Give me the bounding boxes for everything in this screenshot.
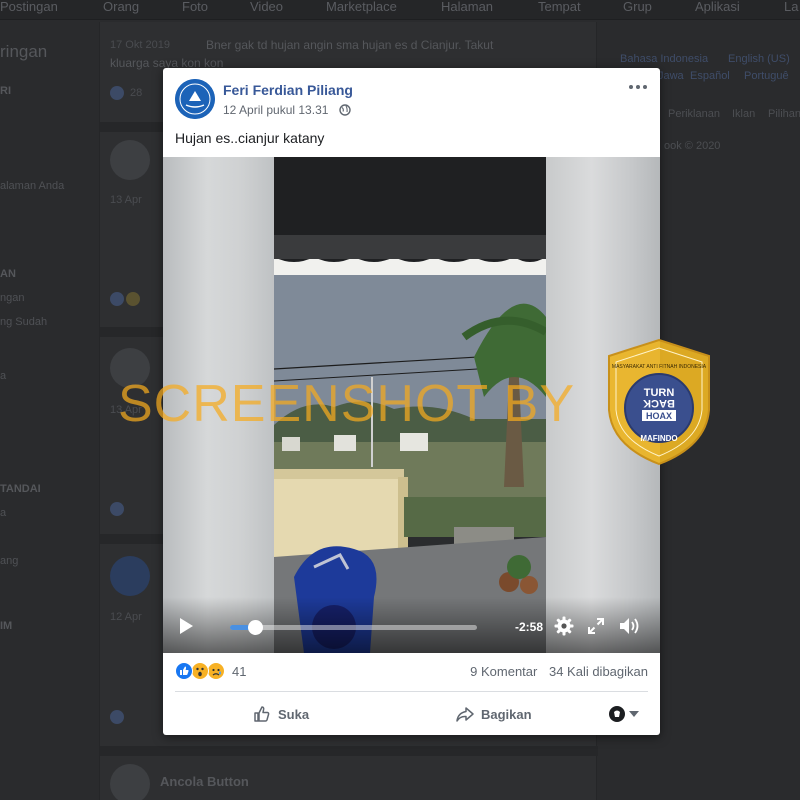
avatar[interactable] bbox=[110, 140, 150, 180]
profile-name[interactable]: Ancola Button bbox=[160, 774, 249, 789]
post-date: 17 Okt 2019 bbox=[110, 39, 170, 51]
avatar[interactable] bbox=[110, 764, 150, 800]
nav-tab-video[interactable]: Video bbox=[250, 0, 283, 14]
language-link[interactable]: Portuguê bbox=[744, 70, 789, 82]
left-sidebar: ringan RI alaman Anda AN ngan ng Sudah a… bbox=[0, 30, 98, 800]
footer-link[interactable]: Pilihan bbox=[768, 108, 800, 120]
language-link[interactable]: English (US) bbox=[728, 53, 790, 65]
language-link[interactable]: Jawa bbox=[658, 70, 684, 82]
nav-tab-orang[interactable]: Orang bbox=[103, 0, 139, 14]
divider bbox=[175, 691, 648, 692]
author-name[interactable]: Feri Ferdian Piliang bbox=[223, 82, 353, 98]
comment-count[interactable]: 9 Komentar bbox=[470, 664, 537, 679]
fullscreen-icon[interactable] bbox=[588, 618, 604, 634]
like-icon bbox=[110, 86, 124, 100]
post-counts: 9 Komentar 34 Kali dibagikan bbox=[462, 664, 648, 679]
globe-icon[interactable] bbox=[339, 104, 351, 116]
like-button[interactable]: Suka bbox=[252, 704, 309, 724]
post-text: Hujan es..cianjur katany bbox=[175, 130, 325, 146]
more-options-icon[interactable] bbox=[628, 81, 648, 93]
sidebar-section: TANDAI bbox=[0, 483, 41, 495]
author-avatar[interactable] bbox=[175, 79, 215, 119]
volume-icon[interactable] bbox=[619, 616, 641, 636]
sidebar-section: AN bbox=[0, 268, 16, 280]
badge-line3: HOAX bbox=[646, 411, 672, 421]
sidebar-section: RI bbox=[0, 85, 11, 97]
sidebar-item[interactable]: ng Sudah bbox=[0, 316, 47, 328]
watermark-text: SCREENSHOT BY bbox=[118, 375, 576, 433]
like-icon bbox=[110, 710, 124, 724]
post-text: Bner gak td hujan angin sma hujan es d C… bbox=[206, 38, 494, 52]
like-label: Suka bbox=[278, 706, 310, 722]
top-navigation: Postingan Orang Foto Video Marketplace H… bbox=[0, 0, 800, 20]
comment-date: 13 Apr bbox=[110, 194, 142, 206]
wow-icon bbox=[110, 502, 124, 516]
video-progress-bar[interactable] bbox=[230, 620, 477, 635]
nav-tab-aplikasi[interactable]: Aplikasi bbox=[695, 0, 740, 14]
nav-tab-tempat[interactable]: Tempat bbox=[538, 0, 581, 14]
nav-tab-foto[interactable]: Foto bbox=[182, 0, 208, 14]
nav-tab-grup[interactable]: Grup bbox=[623, 0, 652, 14]
wow-icon bbox=[126, 292, 140, 306]
share-arrow-icon bbox=[456, 707, 474, 722]
like-icon[interactable] bbox=[175, 662, 193, 680]
badge-ring-text: MASYARAKAT ANTI FITNAH INDONESIA bbox=[612, 364, 707, 370]
badge-org: MAFINDO bbox=[640, 434, 677, 443]
wow-icon[interactable] bbox=[191, 662, 209, 680]
chevron-down-icon bbox=[629, 711, 639, 717]
copyright: ook © 2020 bbox=[664, 140, 721, 152]
page-avatar-icon bbox=[609, 706, 625, 722]
nav-tab-marketplace[interactable]: Marketplace bbox=[326, 0, 397, 14]
nav-tab-postingan[interactable]: Postingan bbox=[0, 0, 58, 14]
time-remaining: -2:58 bbox=[515, 620, 544, 634]
footer-link[interactable]: Iklan bbox=[732, 108, 755, 120]
like-icon bbox=[110, 292, 124, 306]
comment-date: 12 Apr bbox=[110, 611, 142, 623]
share-label: Bagikan bbox=[481, 706, 532, 722]
nav-tab-halaman[interactable]: Halaman bbox=[441, 0, 493, 14]
badge-line2: BACK bbox=[643, 397, 675, 409]
footer-link[interactable]: Periklanan bbox=[668, 108, 720, 120]
sidebar-item[interactable]: a bbox=[0, 370, 6, 382]
video-scrubber-knob[interactable] bbox=[247, 620, 263, 635]
divider bbox=[100, 746, 598, 756]
post-stats: 41 9 Komentar 34 Kali dibagikan bbox=[175, 662, 648, 682]
gear-icon[interactable] bbox=[554, 616, 574, 636]
language-link[interactable]: Bahasa Indonesia bbox=[620, 53, 708, 65]
sidebar-item[interactable]: alaman Anda bbox=[0, 180, 64, 192]
reaction-count: 28 bbox=[130, 87, 143, 99]
share-button[interactable]: Bagikan bbox=[455, 704, 532, 724]
reaction-count[interactable]: 41 bbox=[232, 664, 246, 679]
sidebar-item[interactable]: ngan bbox=[0, 292, 24, 304]
share-count[interactable]: 34 Kali dibagikan bbox=[549, 664, 648, 679]
thumbs-up-icon bbox=[254, 706, 270, 722]
post-timestamp[interactable]: 12 April pukul 13.31 bbox=[223, 103, 328, 117]
nav-tab-more[interactable]: La bbox=[784, 0, 798, 14]
sidebar-heading: ringan bbox=[0, 42, 48, 61]
avatar[interactable] bbox=[110, 556, 150, 596]
language-link[interactable]: Español bbox=[690, 70, 730, 82]
play-icon[interactable] bbox=[178, 617, 194, 635]
turnbackhoax-badge-icon: TURN BACK HOAX MAFINDO MASYARAKAT ANTI F… bbox=[608, 338, 710, 466]
audience-selector[interactable] bbox=[609, 705, 641, 723]
sidebar-item[interactable]: a bbox=[0, 507, 6, 519]
sidebar-section: IM bbox=[0, 620, 13, 632]
sad-icon[interactable] bbox=[207, 662, 225, 680]
sidebar-item[interactable]: ang bbox=[0, 555, 18, 567]
video-controls: -2:58 bbox=[163, 597, 660, 653]
avatar-logo-icon bbox=[175, 79, 215, 119]
